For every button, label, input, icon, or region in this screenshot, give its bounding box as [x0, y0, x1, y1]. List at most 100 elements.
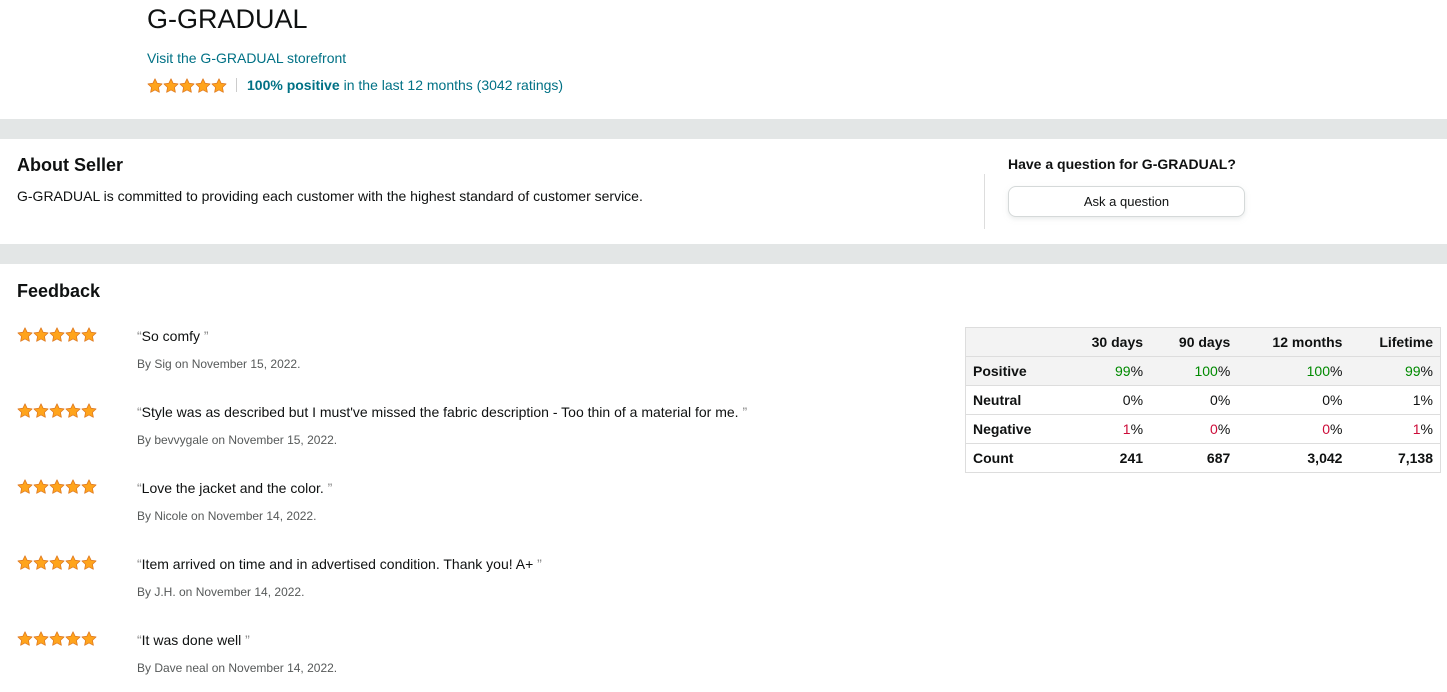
review-stars [17, 631, 97, 646]
rating-stars [147, 77, 227, 93]
cell-unit: % [1420, 392, 1433, 408]
cell-value: 100 [1194, 363, 1218, 379]
star-icon [49, 631, 65, 646]
star-icon [65, 403, 81, 418]
section-divider-band [0, 244, 1447, 264]
review-text: Love the jacket and the color. [141, 480, 324, 496]
review-item: “Love the jacket and the color. ” By Nico… [17, 479, 917, 539]
review-text: It was done well [141, 632, 242, 648]
star-icon [17, 555, 33, 570]
cell-value: 0 [1322, 421, 1330, 437]
star-icon [33, 403, 49, 418]
cell-unit: % [1130, 363, 1144, 379]
seller-name: G-GRADUAL [147, 4, 308, 34]
seller-rating-summary[interactable]: 100% positive in the last 12 months (304… [147, 77, 563, 93]
cell-value: 1 [1122, 421, 1131, 437]
star-icon [17, 403, 33, 418]
vertical-divider [984, 174, 985, 229]
star-icon [147, 77, 163, 93]
cell-value: 1 [1412, 421, 1421, 437]
review-stars [17, 403, 97, 418]
table-cell: 100% [1237, 356, 1350, 386]
star-icon [81, 403, 97, 418]
close-quote-mark: ” [738, 404, 748, 420]
table-cell: 100% [1150, 356, 1238, 386]
table-cell: 99% [1062, 356, 1151, 386]
cell-unit: % [1420, 363, 1433, 379]
table-row: Negative 1% 0% 0% 1% [965, 414, 1441, 444]
star-icon [49, 555, 65, 570]
cell-value: 100 [1306, 363, 1330, 379]
table-cell: 0% [1237, 385, 1350, 415]
review-stars [17, 327, 97, 342]
about-seller-text: G-GRADUAL is committed to providing each… [17, 188, 643, 204]
cell-unit: % [1329, 363, 1343, 379]
feedback-summary-table: 30 days 90 days 12 months Lifetime Posit… [965, 327, 1441, 473]
cell-unit: % [1130, 421, 1144, 437]
cell-value: 687 [1206, 450, 1231, 466]
review-text: So comfy [141, 328, 201, 344]
row-label: Count [965, 443, 1063, 473]
review-item: “Item arrived on time and in advertised … [17, 555, 917, 615]
star-icon [33, 555, 49, 570]
review-author-date: By Dave neal on November 14, 2022. [137, 661, 338, 675]
cell-value: 1 [1412, 392, 1421, 408]
column-header: Lifetime [1349, 327, 1441, 357]
column-header [965, 327, 1063, 357]
table-cell: 7,138 [1349, 443, 1441, 473]
review-quote: “Style was as described but I must've mi… [137, 404, 747, 420]
star-icon [179, 77, 195, 93]
cell-unit: % [1217, 363, 1231, 379]
review-author-date: By bevvygale on November 15, 2022. [137, 433, 338, 447]
star-icon [163, 77, 179, 93]
review-text: Style was as described but I must've mis… [141, 404, 739, 420]
cell-value: 0 [1322, 392, 1330, 408]
review-quote: “Item arrived on time and in advertised … [137, 556, 542, 572]
star-icon [33, 631, 49, 646]
positive-percent[interactable]: 100% positive [247, 77, 340, 93]
ask-question-button[interactable]: Ask a question [1008, 186, 1245, 217]
review-quote: “So comfy ” [137, 328, 209, 344]
table-header-row: 30 days 90 days 12 months Lifetime [965, 327, 1441, 357]
cell-value: 3,042 [1307, 450, 1343, 466]
close-quote-mark: ” [241, 632, 250, 648]
cell-value: 0 [1122, 392, 1131, 408]
star-icon [33, 479, 49, 494]
table-cell: 1% [1062, 414, 1151, 444]
review-author-date: By J.H. on November 14, 2022. [137, 585, 305, 599]
star-icon [81, 327, 97, 342]
review-author-date: By Nicole on November 14, 2022. [137, 509, 317, 523]
table-row: Count 241 687 3,042 7,138 [965, 443, 1441, 473]
review-author-date: By Sig on November 15, 2022. [137, 357, 301, 371]
table-cell: 1% [1349, 385, 1441, 415]
star-icon [17, 479, 33, 494]
cell-value: 99 [1404, 363, 1421, 379]
table-cell: 0% [1062, 385, 1151, 415]
review-item: “So comfy ” By Sig on November 15, 2022. [17, 327, 917, 387]
rating-divider [236, 78, 237, 92]
review-quote: “Love the jacket and the color. ” [137, 480, 332, 496]
star-icon [81, 555, 97, 570]
star-icon [81, 631, 97, 646]
cell-value: 7,138 [1397, 450, 1433, 466]
table-cell: 0% [1150, 385, 1238, 415]
star-icon [17, 631, 33, 646]
cell-value: 241 [1119, 450, 1144, 466]
star-icon [33, 327, 49, 342]
cell-unit: % [1217, 392, 1231, 408]
table-row: Positive 99% 100% 100% 99% [965, 356, 1441, 386]
storefront-link[interactable]: Visit the G-GRADUAL storefront [147, 50, 346, 66]
star-icon [49, 327, 65, 342]
review-quote: “It was done well ” [137, 632, 250, 648]
cell-value: 0 [1210, 392, 1218, 408]
table-cell: 0% [1150, 414, 1238, 444]
rating-period-count[interactable]: in the last 12 months (3042 ratings) [344, 77, 563, 93]
table-cell: 1% [1349, 414, 1441, 444]
star-icon [195, 77, 211, 93]
cell-unit: % [1130, 392, 1144, 408]
star-icon [65, 555, 81, 570]
table-row: Neutral 0% 0% 0% 1% [965, 385, 1441, 415]
close-quote-mark: ” [200, 328, 209, 344]
column-header: 90 days [1150, 327, 1238, 357]
cell-unit: % [1217, 421, 1231, 437]
